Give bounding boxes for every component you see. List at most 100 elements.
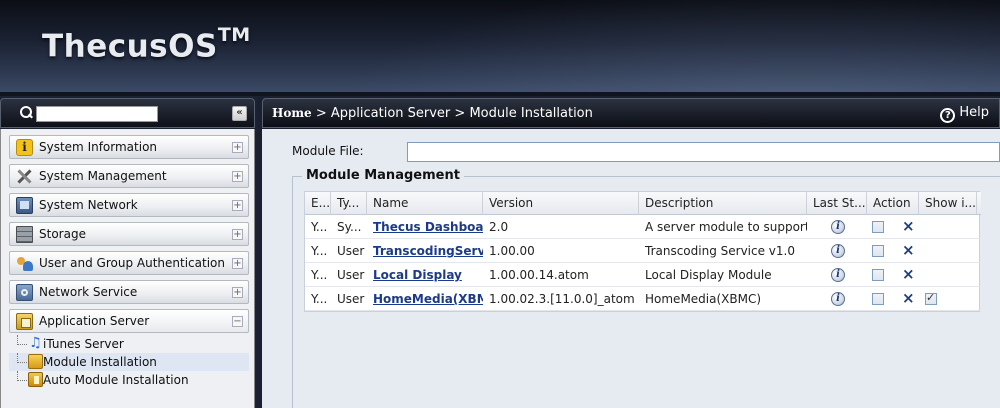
module-file-input[interactable] xyxy=(407,142,1000,162)
search-icon[interactable] xyxy=(19,106,33,120)
cell-version: 2.0 xyxy=(489,220,509,234)
cell-type: Sy... xyxy=(337,220,362,234)
network-service-icon xyxy=(16,284,33,301)
column-header-type[interactable]: Ty... xyxy=(331,192,367,215)
show-checkbox[interactable] xyxy=(925,291,937,305)
breadcrumb-application-server: Application Server xyxy=(330,106,451,121)
sidebar-item-label: System Network xyxy=(39,198,138,212)
delete-icon[interactable]: × xyxy=(902,266,915,282)
thecusos-logo: ThecusOSTM xyxy=(42,24,251,65)
expand-icon[interactable]: + xyxy=(232,229,243,240)
sidebar-subitem-label: Auto Module Installation xyxy=(43,373,189,387)
module-name-link[interactable]: Thecus Dashboard xyxy=(367,215,483,239)
module-name-link[interactable]: TranscodingService xyxy=(367,239,483,263)
cell-enabled: Y... xyxy=(311,244,328,258)
sidebar-item-label: Application Server xyxy=(39,314,150,328)
music-note-icon: ♫ xyxy=(29,335,42,351)
sidebar-item-label: User and Group Authentication xyxy=(39,256,225,270)
expand-icon[interactable]: + xyxy=(232,258,243,269)
info-icon: i xyxy=(16,139,33,156)
status-info-icon[interactable]: i xyxy=(831,220,845,234)
table-row[interactable]: Y... User TranscodingService 1.00.00 Tra… xyxy=(305,239,981,263)
sidebar-item-application-server[interactable]: Application Server − xyxy=(9,309,249,333)
tree-connector xyxy=(17,353,27,363)
column-header-description[interactable]: Description xyxy=(639,192,807,215)
app-header: ThecusOSTM xyxy=(0,0,1000,92)
sidebar-item-system-information[interactable]: i System Information + xyxy=(9,135,249,159)
grid-header: E... Ty... Name Version Description Last… xyxy=(305,192,981,215)
module-name-link[interactable]: HomeMedia(XBMC) xyxy=(367,287,483,311)
sidebar-search-input[interactable] xyxy=(36,106,158,122)
status-info-icon[interactable]: i xyxy=(831,292,845,306)
collapse-sidebar-button[interactable]: « xyxy=(232,106,247,121)
expand-icon[interactable]: + xyxy=(232,142,243,153)
sidebar-subitem-auto-module-installation[interactable]: Auto Module Installation xyxy=(9,371,249,389)
cell-version: 1.00.00.14.atom xyxy=(489,268,589,282)
column-header-name[interactable]: Name xyxy=(367,192,483,215)
sidebar-subitem-itunes-server[interactable]: ♫ iTunes Server xyxy=(9,335,249,353)
sidebar-menu: i System Information + System Management… xyxy=(0,129,255,408)
users-icon xyxy=(16,255,33,272)
sidebar-item-label: System Management xyxy=(39,169,167,183)
help-label: Help xyxy=(959,105,989,120)
collapse-icon[interactable]: − xyxy=(232,316,243,327)
module-management-legend: Module Management xyxy=(302,168,464,183)
sidebar-item-network-service[interactable]: Network Service + xyxy=(9,280,249,304)
table-row[interactable]: Y... Sy... Thecus Dashboard 2.0 A server… xyxy=(305,215,981,239)
module-installation-content: Module File: Module Management E... Ty..… xyxy=(262,129,1000,408)
expand-icon[interactable]: + xyxy=(232,171,243,182)
sidebar-subitem-label: iTunes Server xyxy=(43,337,124,351)
sidebar-item-label: Storage xyxy=(39,227,86,241)
column-header-version[interactable]: Version xyxy=(483,192,639,215)
breadcrumb-home-link[interactable]: Home xyxy=(272,106,312,120)
action-checkbox[interactable] xyxy=(872,245,884,257)
application-server-icon xyxy=(16,313,33,330)
action-checkbox[interactable] xyxy=(872,269,884,281)
column-header-last-status[interactable]: Last St... xyxy=(807,192,867,215)
auto-module-icon xyxy=(28,372,43,387)
column-header-enabled[interactable]: E... xyxy=(305,192,331,215)
sidebar: « i System Information + System Manageme… xyxy=(0,96,257,408)
cell-version: 1.00.02.3.[11.0.0]_atom xyxy=(489,292,635,306)
column-header-action[interactable]: Action xyxy=(867,192,919,215)
action-checkbox[interactable] xyxy=(872,221,884,233)
cell-enabled: Y... xyxy=(311,268,328,282)
cell-description: A server module to support xyxy=(645,220,807,234)
network-icon xyxy=(16,197,33,214)
delete-icon[interactable]: × xyxy=(902,290,915,306)
sidebar-item-system-management[interactable]: System Management + xyxy=(9,164,249,188)
status-info-icon[interactable]: i xyxy=(831,244,845,258)
cell-enabled: Y... xyxy=(311,220,328,234)
expand-icon[interactable]: + xyxy=(232,200,243,211)
tree-connector xyxy=(17,371,27,381)
module-icon xyxy=(28,354,43,369)
sidebar-item-system-network[interactable]: System Network + xyxy=(9,193,249,217)
sidebar-item-storage[interactable]: Storage + xyxy=(9,222,249,246)
breadcrumb-current-page: Module Installation xyxy=(469,106,593,121)
delete-icon[interactable]: × xyxy=(902,218,915,234)
help-button[interactable]: ? Help xyxy=(940,105,989,123)
breadcrumb: Home > Application Server > Module Insta… xyxy=(272,106,593,121)
table-row[interactable]: Y... User Local Display 1.00.00.14.atom … xyxy=(305,263,981,287)
table-row[interactable]: Y... User HomeMedia(XBMC) 1.00.02.3.[11.… xyxy=(305,287,981,311)
action-checkbox[interactable] xyxy=(872,293,884,305)
cell-description: Transcoding Service v1.0 xyxy=(645,244,795,258)
main-panel: Home > Application Server > Module Insta… xyxy=(262,96,1000,408)
expand-icon[interactable]: + xyxy=(232,287,243,298)
cell-type: User xyxy=(337,244,365,258)
sidebar-search-bar: « xyxy=(0,98,255,128)
sidebar-subitem-module-installation[interactable]: Module Installation xyxy=(9,353,249,371)
cell-type: User xyxy=(337,268,365,282)
cell-description: HomeMedia(XBMC) xyxy=(645,292,762,306)
sidebar-item-label: System Information xyxy=(39,140,158,154)
module-file-label: Module File: xyxy=(292,144,364,158)
status-info-icon[interactable]: i xyxy=(831,268,845,282)
main-title-bar: Home > Application Server > Module Insta… xyxy=(262,98,1000,128)
tools-icon xyxy=(16,168,33,185)
sidebar-item-label: Network Service xyxy=(39,285,138,299)
module-name-link[interactable]: Local Display xyxy=(367,263,483,287)
sidebar-item-user-and-group-authentication[interactable]: User and Group Authentication + xyxy=(9,251,249,275)
delete-icon[interactable]: × xyxy=(902,242,915,258)
module-grid: E... Ty... Name Version Description Last… xyxy=(304,191,981,312)
column-header-show[interactable]: Show i... xyxy=(919,192,977,215)
